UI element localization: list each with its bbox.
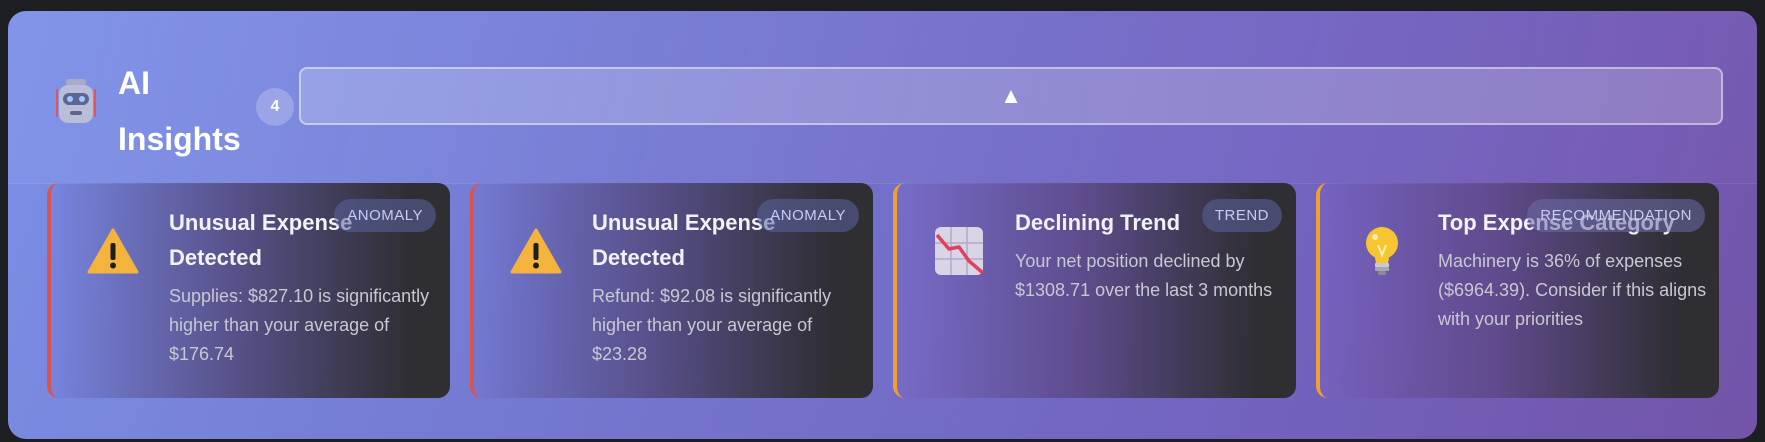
ai-insights-panel: AI Insights 4 ▲ Unusual Expense Detected…: [8, 11, 1757, 439]
chevron-up-icon: ▲: [1000, 83, 1022, 108]
robot-icon: [54, 77, 98, 125]
lightbulb-icon: [1356, 225, 1408, 277]
insight-type-badge: TREND: [1201, 199, 1282, 232]
collapse-toggle-button[interactable]: ▲: [299, 67, 1723, 125]
insight-card-trend[interactable]: Declining Trend Your net position declin…: [893, 183, 1296, 398]
insight-card-recommendation[interactable]: Top Expense Category Machinery is 36% of…: [1316, 183, 1719, 398]
insight-type-badge: RECOMMENDATION: [1527, 199, 1705, 232]
insights-header: AI Insights 4 ▲: [8, 11, 1757, 184]
insight-card-anomaly-supplies[interactable]: Unusual Expense Detected Supplies: $827.…: [47, 183, 450, 398]
insight-description: Supplies: $827.10 is significantly highe…: [169, 286, 430, 364]
insight-type-badge: ANOMALY: [334, 199, 436, 232]
insight-card-anomaly-refund[interactable]: Unusual Expense Detected Refund: $92.08 …: [470, 183, 873, 398]
warning-icon: [510, 225, 562, 277]
insight-description: Machinery is 36% of expenses ($6964.39).…: [1438, 251, 1707, 329]
insight-type-badge: ANOMALY: [757, 199, 859, 232]
insight-description: Refund: $92.08 is significantly higher t…: [592, 286, 832, 364]
insight-description: Your net position declined by $1308.71 o…: [1015, 251, 1273, 300]
warning-icon: [87, 225, 139, 277]
insight-count-badge: 4: [256, 88, 294, 126]
page-title: AI Insights: [118, 65, 241, 157]
chart-decreasing-icon: [933, 225, 985, 277]
